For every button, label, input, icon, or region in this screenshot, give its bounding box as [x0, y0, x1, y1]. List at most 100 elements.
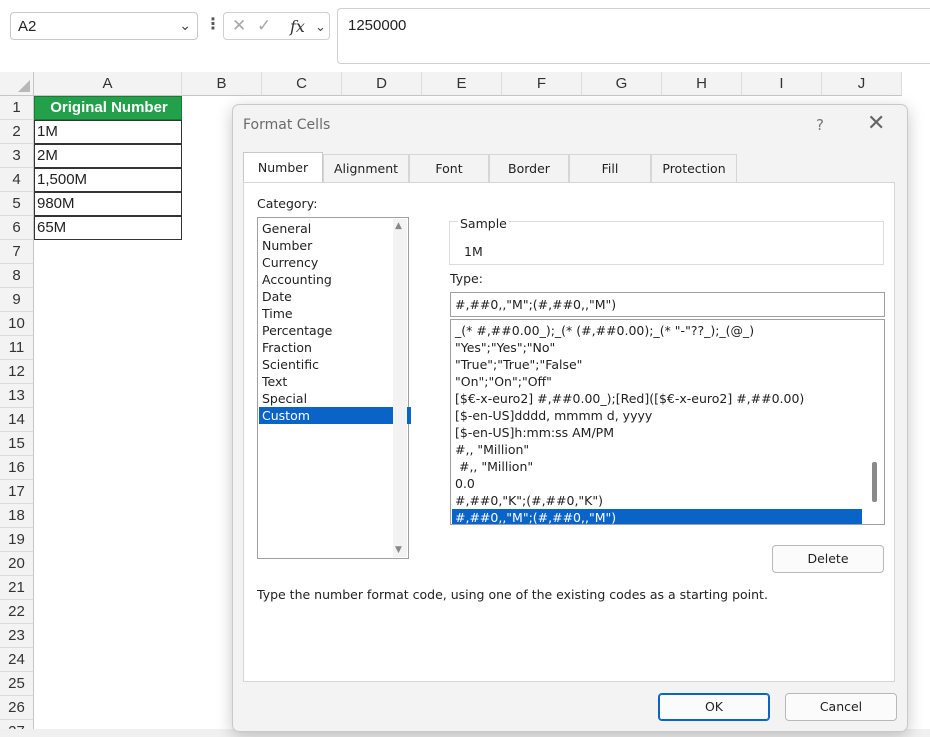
row-header-21[interactable]: 21	[0, 576, 34, 600]
row-header-11[interactable]: 11	[0, 336, 34, 360]
cell-a3[interactable]: 2M	[34, 144, 182, 168]
row-header-25[interactable]: 25	[0, 672, 34, 696]
row-header-16[interactable]: 16	[0, 456, 34, 480]
row-header-10[interactable]: 10	[0, 312, 34, 336]
category-item-percentage[interactable]: Percentage	[259, 322, 411, 339]
delete-button[interactable]: Delete	[772, 545, 884, 573]
column-header-d[interactable]: D	[342, 72, 422, 96]
format-code-item[interactable]: _(* #,##0.00_);_(* (#,##0.00);_(* "-"??_…	[452, 322, 862, 339]
row-header-13[interactable]: 13	[0, 384, 34, 408]
format-code-item[interactable]: #,##0,,"M";(#,##0,,"M")	[452, 509, 862, 524]
category-list[interactable]: General Number Currency Accounting Date Time P…	[257, 217, 411, 559]
tab-number[interactable]: Number	[243, 152, 323, 182]
category-item-accounting[interactable]: Accounting	[259, 271, 411, 288]
chevron-down-icon[interactable]: ⌄	[179, 17, 191, 34]
formula-value: 1250000	[348, 17, 407, 34]
scroll-up-icon[interactable]: ▲	[395, 221, 402, 231]
format-code-item[interactable]: "Yes";"Yes";"No"	[452, 339, 862, 356]
row-header-26[interactable]: 26	[0, 696, 34, 720]
category-item-scientific[interactable]: Scientific	[259, 356, 411, 373]
help-icon[interactable]: ?	[816, 116, 824, 134]
format-code-item[interactable]: #,, "Million"	[452, 458, 862, 475]
column-header-f[interactable]: F	[502, 72, 582, 96]
insert-function-icon[interactable]: fx	[290, 17, 305, 36]
instruction-text: Type the number format code, using one o…	[257, 587, 768, 602]
chevron-down-icon[interactable]: ⌄	[315, 19, 326, 35]
row-header-5[interactable]: 5	[0, 192, 34, 216]
category-scrollbar[interactable]: ▲ ▼	[393, 219, 407, 557]
row-header-2[interactable]: 2	[0, 120, 34, 144]
row-header-22[interactable]: 22	[0, 600, 34, 624]
row-header-15[interactable]: 15	[0, 432, 34, 456]
formula-input[interactable]: 1250000	[337, 8, 930, 64]
row-header-3[interactable]: 3	[0, 144, 34, 168]
format-code-item[interactable]: [$-en-US]h:mm:ss AM/PM	[452, 424, 862, 441]
column-header-e[interactable]: E	[422, 72, 502, 96]
row-header-1[interactable]: 1	[0, 96, 34, 120]
category-item-number[interactable]: Number	[259, 237, 411, 254]
tab-font[interactable]: Font	[409, 154, 489, 182]
category-item-custom[interactable]: Custom	[259, 407, 411, 424]
format-code-item[interactable]: 0.0	[452, 475, 862, 492]
category-item-date[interactable]: Date	[259, 288, 411, 305]
row-header-23[interactable]: 23	[0, 624, 34, 648]
category-item-time[interactable]: Time	[259, 305, 411, 322]
close-icon[interactable]: ✕	[867, 111, 885, 136]
name-box[interactable]: A2 ⌄	[10, 12, 198, 40]
cell-a6[interactable]: 65M	[34, 216, 182, 240]
cell-a1[interactable]: Original Number	[34, 96, 182, 120]
format-code-item[interactable]: #,##0,"K";(#,##0,"K")	[452, 492, 862, 509]
tab-border[interactable]: Border	[489, 154, 569, 182]
row-header-7[interactable]: 7	[0, 240, 34, 264]
cancel-entry-icon[interactable]: ✕	[232, 16, 246, 36]
row-header-14[interactable]: 14	[0, 408, 34, 432]
row-header-12[interactable]: 12	[0, 360, 34, 384]
column-header-j[interactable]: J	[822, 72, 902, 96]
category-item-currency[interactable]: Currency	[259, 254, 411, 271]
row-header-6[interactable]: 6	[0, 216, 34, 240]
format-list-scrollbar[interactable]	[864, 320, 884, 524]
column-header-c[interactable]: C	[262, 72, 342, 96]
format-code-item[interactable]: [$-en-US]dddd, mmmm d, yyyy	[452, 407, 862, 424]
format-code-item[interactable]: [$€-x-euro2] #,##0.00_);[Red]([$€-x-euro…	[452, 390, 862, 407]
row-header-4[interactable]: 4	[0, 168, 34, 192]
cancel-button[interactable]: Cancel	[785, 693, 897, 721]
row-header-8[interactable]: 8	[0, 264, 34, 288]
column-header-a[interactable]: A	[34, 72, 182, 96]
tab-alignment[interactable]: Alignment	[323, 154, 409, 182]
sample-label: Sample	[458, 216, 509, 231]
scroll-down-icon[interactable]: ▼	[395, 545, 402, 555]
formula-bar-area: A2 ⌄ ⋮ ✕ ✓ fx ⌄ 1250000	[0, 0, 930, 68]
row-header-9[interactable]: 9	[0, 288, 34, 312]
tab-fill[interactable]: Fill	[569, 154, 651, 182]
format-code-item[interactable]: #,, "Million"	[452, 441, 862, 458]
row-header-24[interactable]: 24	[0, 648, 34, 672]
row-header-17[interactable]: 17	[0, 480, 34, 504]
column-header-b[interactable]: B	[182, 72, 262, 96]
column-header-h[interactable]: H	[662, 72, 742, 96]
sample-group: Sample 1M	[449, 216, 884, 265]
format-code-item[interactable]: "True";"True";"False"	[452, 356, 862, 373]
row-header-20[interactable]: 20	[0, 552, 34, 576]
ok-button[interactable]: OK	[658, 693, 770, 721]
cell-a4[interactable]: 1,500M	[34, 168, 182, 192]
row-header-19[interactable]: 19	[0, 528, 34, 552]
category-label: Category:	[257, 196, 318, 211]
row-header-18[interactable]: 18	[0, 504, 34, 528]
category-item-general[interactable]: General	[259, 220, 411, 237]
format-code-item[interactable]: "On";"On";"Off"	[452, 373, 862, 390]
category-item-fraction[interactable]: Fraction	[259, 339, 411, 356]
category-item-text[interactable]: Text	[259, 373, 411, 390]
type-input[interactable]: #,##0,,"M";(#,##0,,"M")	[450, 292, 885, 317]
category-item-special[interactable]: Special	[259, 390, 411, 407]
column-header-i[interactable]: I	[742, 72, 822, 96]
select-all-corner[interactable]	[0, 72, 34, 96]
column-header-g[interactable]: G	[582, 72, 662, 96]
cell-a5[interactable]: 980M	[34, 192, 182, 216]
format-code-list[interactable]: _(* #,##0.00_);_(* (#,##0.00);_(* "-"??_…	[450, 319, 885, 525]
cell-a2[interactable]: 1M	[34, 120, 182, 144]
confirm-entry-icon[interactable]: ✓	[257, 16, 271, 36]
more-options-icon[interactable]: ⋮	[205, 14, 221, 34]
scrollbar-thumb[interactable]	[872, 462, 877, 502]
tab-protection[interactable]: Protection	[651, 154, 737, 182]
